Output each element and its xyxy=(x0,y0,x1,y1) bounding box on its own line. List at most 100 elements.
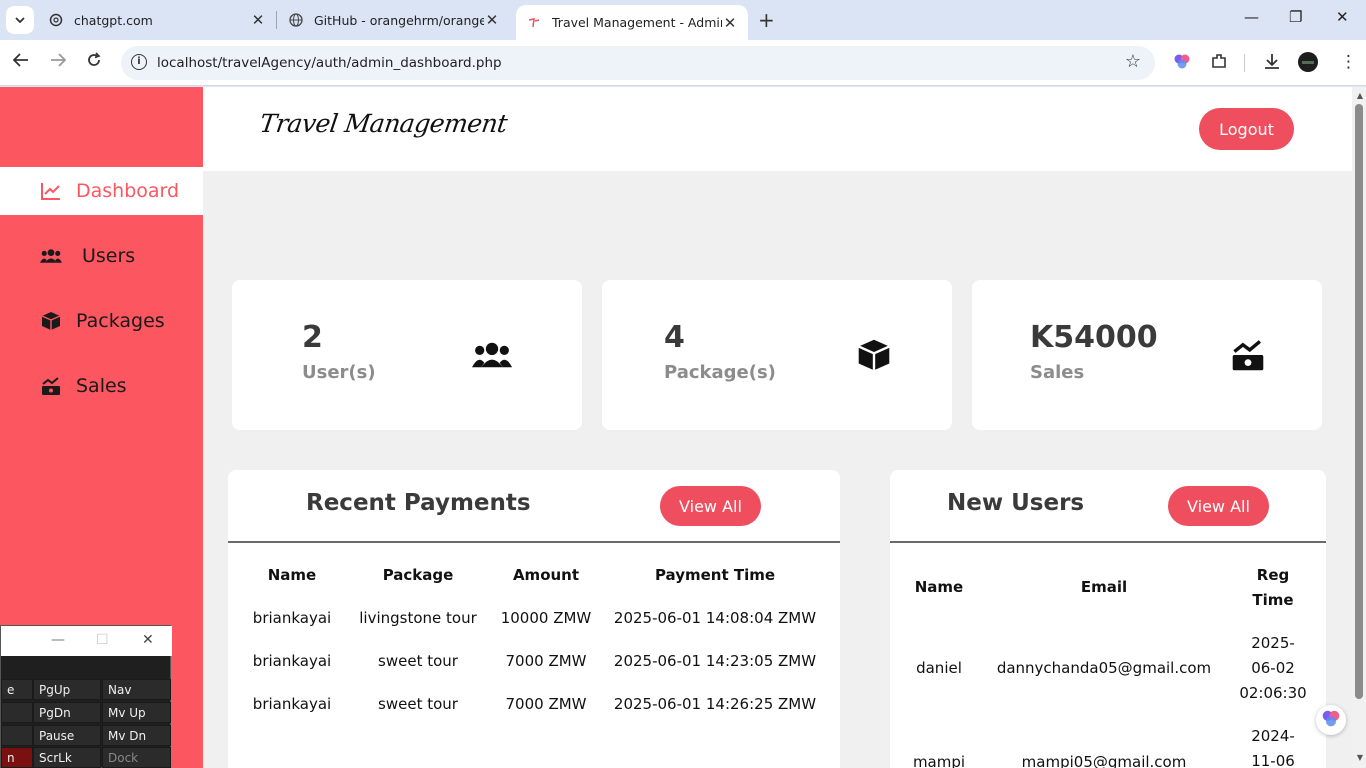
chart-line-icon xyxy=(40,182,62,200)
bookmark-star-icon[interactable]: ☆ xyxy=(1125,51,1141,72)
travel-favicon-icon xyxy=(526,15,542,31)
user-reg-time-cell: 02:06:30 xyxy=(1239,684,1307,702)
browser-tab-github[interactable]: GitHub - orangehrm/orangehrm ✕ xyxy=(278,5,510,35)
keyboard-key[interactable]: PgDn xyxy=(33,702,101,723)
stat-value: K54000 xyxy=(1030,320,1158,355)
minimize-keyboard-icon[interactable]: — xyxy=(51,632,65,648)
profile-avatar[interactable] xyxy=(1297,51,1319,78)
keyboard-key[interactable]: Pause xyxy=(33,725,101,746)
money-chart-icon xyxy=(1228,335,1268,375)
top-header: Travel Management Logout xyxy=(203,87,1352,171)
close-tab-icon[interactable]: ✕ xyxy=(484,11,500,29)
stat-label: Package(s) xyxy=(664,362,776,383)
payment-amount-cell: 7000 ZMW xyxy=(505,652,587,670)
keyboard-key[interactable]: Nav xyxy=(102,679,171,700)
site-logo[interactable]: Travel Management xyxy=(258,109,509,138)
new-tab-button[interactable]: + xyxy=(758,8,775,32)
keyboard-key[interactable]: PgUp xyxy=(33,679,101,700)
user-reg-time-cell: 06-02 xyxy=(1251,659,1295,677)
view-all-payments-button[interactable]: View All xyxy=(660,486,761,526)
sidebar-item-label: Sales xyxy=(76,375,127,397)
minimize-window-icon[interactable]: — xyxy=(1244,8,1259,26)
stat-card-packages: 4 Package(s) xyxy=(602,280,952,430)
users-icon xyxy=(472,335,512,375)
payment-amount-cell: 7000 ZMW xyxy=(505,695,587,713)
chatgpt-icon xyxy=(48,12,64,28)
page-scrollbar[interactable]: ▲ ▼ xyxy=(1352,87,1366,768)
tab-title: GitHub - orangehrm/orangehrm xyxy=(314,12,484,28)
scrollbar-thumb[interactable] xyxy=(1355,104,1363,699)
logout-button[interactable]: Logout xyxy=(1199,108,1294,150)
panel-divider xyxy=(228,541,840,543)
column-header: Name xyxy=(267,566,317,584)
sidebar-item-sales[interactable]: Sales xyxy=(0,362,203,410)
page-viewport: Dashboard Users Packages Sales Travel Ma… xyxy=(0,87,1366,768)
tab-title: Travel Management - Admin Pa xyxy=(552,15,722,30)
globe-icon xyxy=(288,12,304,28)
keyboard-key[interactable]: Dock xyxy=(102,747,171,768)
panel-title: New Users xyxy=(947,490,1085,516)
browser-tab-strip: chatgpt.com ✕ GitHub - orangehrm/orangeh… xyxy=(0,0,1366,40)
keyboard-key[interactable] xyxy=(1,702,33,723)
panel-title: Recent Payments xyxy=(306,490,531,516)
payment-name-cell: briankayai xyxy=(252,695,332,713)
payment-amount-cell: 10000 ZMW xyxy=(500,609,592,627)
box-icon xyxy=(40,311,62,331)
site-info-icon[interactable]: i xyxy=(131,54,147,70)
view-all-users-button[interactable]: View All xyxy=(1168,486,1269,526)
column-header: Payment Time xyxy=(654,566,776,584)
keyboard-key[interactable]: n xyxy=(1,747,33,768)
column-header: Package xyxy=(382,566,454,584)
ai-extension-icon[interactable] xyxy=(1173,52,1191,75)
column-header: Time xyxy=(1252,591,1294,609)
browser-tab-travel-management[interactable]: Travel Management - Admin Pa ✕ xyxy=(516,5,748,40)
user-email-cell: mampi05@gmail.com xyxy=(1021,753,1187,768)
keyboard-key[interactable] xyxy=(1,725,33,746)
restore-window-icon[interactable]: ❐ xyxy=(1289,8,1302,26)
panel-divider xyxy=(890,541,1326,543)
tab-title: chatgpt.com xyxy=(74,12,153,28)
stat-value: 4 xyxy=(664,320,685,355)
browser-toolbar: i localhost/travelAgency/auth/admin_dash… xyxy=(0,40,1366,86)
stat-card-sales: K54000 Sales xyxy=(972,280,1322,430)
user-reg-time-cell: 2024- xyxy=(1251,727,1295,745)
user-name-cell: mampi xyxy=(912,753,966,768)
money-chart-icon xyxy=(40,376,62,396)
new-users-panel: New Users View All Name Email Reg Time d… xyxy=(890,470,1326,768)
close-tab-icon[interactable]: ✕ xyxy=(250,11,266,29)
close-window-icon[interactable]: ✕ xyxy=(1336,8,1349,26)
column-header: Name xyxy=(914,578,964,596)
payment-time-cell: 2025-06-01 14:08:04 ZMW xyxy=(613,609,817,627)
keyboard-title-bar[interactable]: — ☐ ✕ xyxy=(1,626,172,656)
sidebar-item-packages[interactable]: Packages xyxy=(0,297,203,345)
extensions-puzzle-icon[interactable] xyxy=(1210,52,1228,75)
close-keyboard-icon[interactable]: ✕ xyxy=(142,632,154,648)
sidebar-item-dashboard[interactable]: Dashboard xyxy=(0,167,203,215)
user-reg-time-cell: 11-06 xyxy=(1251,752,1295,768)
sidebar-item-label: Users xyxy=(82,245,136,267)
user-name-cell: daniel xyxy=(916,659,962,677)
close-tab-icon[interactable]: ✕ xyxy=(722,14,738,32)
scroll-up-icon[interactable]: ▲ xyxy=(1357,91,1363,100)
sidebar-item-label: Dashboard xyxy=(76,180,180,202)
back-arrow-icon[interactable] xyxy=(12,52,29,72)
browser-tab-chatgpt[interactable]: chatgpt.com ✕ xyxy=(38,5,276,35)
sidebar-item-users[interactable]: Users xyxy=(0,232,203,280)
keyboard-key[interactable]: Mv Dn xyxy=(102,725,171,746)
payment-package-cell: sweet tour xyxy=(378,652,458,670)
download-icon[interactable] xyxy=(1263,52,1281,75)
address-bar[interactable]: i localhost/travelAgency/auth/admin_dash… xyxy=(121,46,1155,80)
forward-arrow-icon[interactable] xyxy=(50,52,67,72)
reload-icon[interactable] xyxy=(86,52,102,73)
maximize-keyboard-icon[interactable]: ☐ xyxy=(96,632,109,648)
keyboard-key[interactable]: e xyxy=(1,679,33,700)
ai-assistant-button[interactable] xyxy=(1316,705,1346,735)
payment-package-cell: livingstone tour xyxy=(359,609,477,627)
sidebar-item-label: Packages xyxy=(76,310,165,332)
browser-menu-icon[interactable]: ⋮ xyxy=(1340,52,1357,72)
on-screen-keyboard: — ☐ ✕ e PgUp Nav PgDn Mv Up Pause Mv Dn … xyxy=(0,625,172,768)
keyboard-key[interactable]: Mv Up xyxy=(102,702,171,723)
scroll-down-icon[interactable]: ▼ xyxy=(1357,753,1363,762)
tab-search-button[interactable] xyxy=(6,6,34,34)
keyboard-key[interactable]: ScrLk xyxy=(33,747,101,768)
